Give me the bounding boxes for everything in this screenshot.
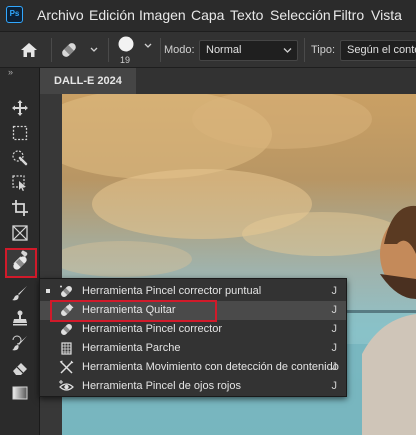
brush-tool[interactable]	[6, 281, 34, 305]
document-tab[interactable]: DALL-E 2024	[40, 68, 136, 94]
crop-icon	[12, 200, 28, 216]
history-brush-tool[interactable]	[6, 331, 34, 355]
flyout-item-label: Herramienta Quitar	[82, 304, 176, 316]
flyout-item-label: Herramienta Parche	[82, 342, 181, 354]
menu-vista[interactable]: Vista	[371, 7, 402, 23]
options-bar: 19 Modo: Normal Tipo: Según el conte	[0, 31, 416, 68]
healing-brush-icon	[61, 324, 72, 335]
separator	[160, 38, 161, 62]
move-tool[interactable]	[6, 96, 34, 120]
spot-healing-icon	[60, 285, 72, 297]
content-aware-move-icon	[59, 360, 74, 374]
shortcut-key: J	[331, 380, 338, 392]
flyout-item-content-aware-move[interactable]: Herramienta Movimiento con detección de …	[40, 358, 346, 377]
marquee-icon	[12, 125, 28, 141]
flyout-item-label: Herramienta Pincel corrector	[82, 323, 222, 335]
mode-label: Modo:	[164, 44, 195, 56]
stamp-icon	[13, 310, 27, 326]
chevron-down-icon	[283, 48, 292, 53]
brush-icon	[12, 286, 27, 301]
brush-tip-icon	[118, 36, 152, 52]
separator	[51, 38, 52, 62]
type-label: Tipo:	[311, 44, 336, 56]
bandage-icon	[62, 43, 98, 57]
crop-tool[interactable]	[6, 196, 34, 220]
remove-tool-icon	[61, 303, 74, 316]
photoshop-logo-icon: Ps	[6, 6, 23, 23]
document-tab-bar: DALL-E 2024	[40, 68, 416, 94]
current-tool-marker	[46, 289, 50, 293]
quick-selection-tool[interactable]	[6, 146, 34, 170]
menu-seleccion[interactable]: Selección	[270, 7, 331, 23]
shortcut-key: J	[331, 304, 338, 316]
shortcut-key: J	[331, 361, 338, 373]
clone-stamp-tool[interactable]	[6, 306, 34, 330]
eraser-icon	[13, 363, 27, 375]
collapse-panel-icon[interactable]: »	[8, 67, 13, 77]
flyout-item-label: Herramienta Pincel corrector puntual	[82, 285, 262, 297]
shortcut-key: J	[331, 342, 338, 354]
eraser-tool[interactable]	[6, 356, 34, 380]
tools-panel: »	[0, 67, 40, 435]
object-selection-icon	[12, 175, 26, 191]
separator	[304, 38, 305, 62]
brush-size-value: 19	[120, 55, 131, 65]
type-select[interactable]: Según el conte	[340, 40, 416, 61]
menu-imagen[interactable]: Imagen	[139, 7, 186, 23]
shortcut-key: J	[331, 323, 338, 335]
flyout-item-red-eye[interactable]: Herramienta Pincel de ojos rojos J	[40, 377, 346, 396]
menu-bar: Ps Archivo Edición Imagen Capa Texto Sel…	[0, 0, 416, 31]
healing-tools-flyout: Herramienta Pincel corrector puntual J H…	[39, 278, 347, 397]
move-icon	[12, 100, 28, 116]
shortcut-key: J	[331, 285, 338, 297]
separator	[108, 38, 109, 62]
spot-healing-brush-tool[interactable]	[6, 251, 34, 275]
menu-archivo[interactable]: Archivo	[37, 7, 84, 23]
red-eye-icon	[59, 380, 74, 391]
flyout-item-spot-healing[interactable]: Herramienta Pincel corrector puntual J	[40, 282, 346, 301]
marquee-tool[interactable]	[6, 121, 34, 145]
gradient-icon	[12, 386, 28, 400]
menu-texto[interactable]: Texto	[230, 7, 263, 23]
frame-tool[interactable]	[6, 221, 34, 245]
mode-select-value: Normal	[206, 44, 242, 56]
menu-capa[interactable]: Capa	[191, 7, 224, 23]
object-selection-tool[interactable]	[6, 171, 34, 195]
mode-select[interactable]: Normal	[199, 40, 298, 61]
quick-selection-icon	[12, 150, 28, 166]
history-brush-icon	[12, 335, 27, 351]
patch-icon	[61, 342, 72, 355]
menu-filtro[interactable]: Filtro	[333, 7, 364, 23]
home-icon	[21, 43, 37, 57]
frame-icon	[12, 225, 28, 241]
flyout-item-label: Herramienta Movimiento con detección de …	[82, 361, 339, 373]
gradient-tool[interactable]	[6, 381, 34, 405]
flyout-item-label: Herramienta Pincel de ojos rojos	[82, 380, 241, 392]
bandage-icon	[13, 256, 27, 270]
flyout-item-patch[interactable]: Herramienta Parche J	[40, 339, 346, 358]
menu-edicion[interactable]: Edición	[89, 7, 135, 23]
flyout-item-remove[interactable]: Herramienta Quitar J	[40, 301, 346, 320]
home-button[interactable]	[12, 37, 46, 63]
flyout-item-healing-brush[interactable]: Herramienta Pincel corrector J	[40, 320, 346, 339]
type-select-value: Según el conte	[347, 44, 416, 56]
tool-preset-picker[interactable]	[58, 37, 102, 63]
